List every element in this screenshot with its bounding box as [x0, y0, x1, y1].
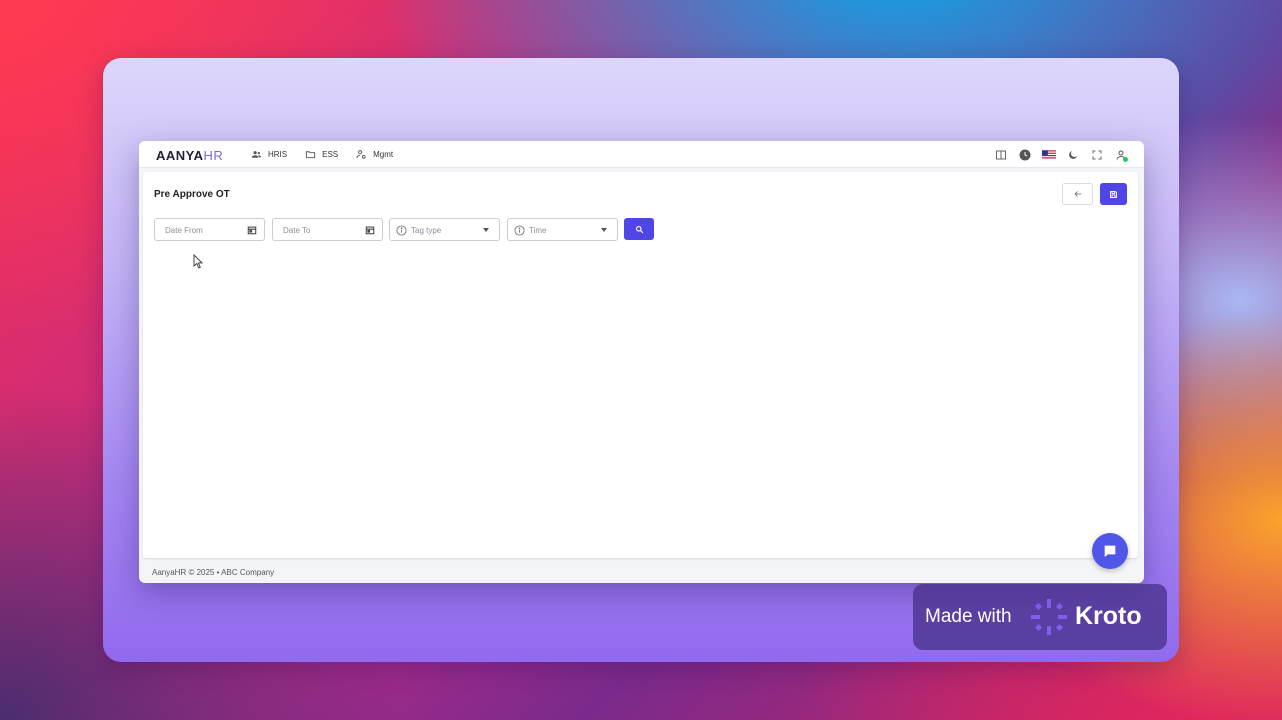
date-to-placeholder: Date To	[283, 226, 311, 235]
folder-icon	[306, 151, 316, 159]
search-icon	[635, 225, 643, 233]
nav-item-hris[interactable]: HRIS	[251, 149, 287, 160]
date-from-placeholder: Date From	[165, 226, 203, 235]
mouse-cursor-icon	[193, 254, 203, 269]
date-from-field[interactable]: Date From	[154, 218, 265, 241]
floppy-disk-icon	[1110, 190, 1117, 198]
search-button[interactable]	[624, 218, 654, 240]
tag-type-select[interactable]: Tag type	[389, 218, 500, 241]
made-with-label: Made with	[925, 606, 1012, 627]
user-settings-icon	[356, 150, 366, 159]
kroto-logo-icon	[1031, 599, 1067, 635]
fullscreen-icon[interactable]	[1090, 148, 1104, 162]
people-icon	[251, 151, 262, 158]
date-to-field[interactable]: Date To	[272, 218, 383, 241]
app-window: AANYAHR HRIS ESS Mgmt Pre Approve OT Dat…	[139, 141, 1144, 583]
arrow-left-icon	[1073, 191, 1081, 197]
top-navbar: AANYAHR HRIS ESS Mgmt	[139, 141, 1144, 168]
footer-text: AanyaHR © 2025 • ABC Company	[152, 568, 275, 577]
nav-item-ess[interactable]: ESS	[305, 149, 338, 160]
chevron-down-icon	[601, 228, 607, 232]
online-status-dot	[1123, 156, 1128, 162]
nav-label-ess: ESS	[322, 150, 339, 159]
top-toolbar	[994, 141, 1128, 168]
nav-label-hris: HRIS	[268, 150, 288, 159]
kroto-brand: Kroto	[1075, 602, 1142, 630]
logo-accent: HR	[203, 148, 224, 163]
chat-bubble-icon	[1104, 545, 1116, 557]
save-button[interactable]	[1100, 183, 1127, 205]
user-icon[interactable]	[1114, 148, 1128, 162]
calendar-icon	[247, 226, 257, 235]
made-with-kroto-badge: Made with Kroto	[913, 584, 1167, 650]
info-icon	[396, 225, 407, 236]
calendar-icon	[365, 226, 375, 235]
logo-main: AANYA	[156, 148, 204, 163]
page-title: Pre Approve OT	[154, 189, 230, 200]
back-button[interactable]	[1062, 183, 1093, 205]
tag-type-placeholder: Tag type	[411, 226, 442, 235]
time-select[interactable]: Time	[507, 218, 618, 241]
clock-icon[interactable]	[1018, 148, 1032, 162]
moon-icon[interactable]	[1066, 148, 1080, 162]
main-nav: HRIS ESS Mgmt	[251, 141, 393, 168]
content-card: Pre Approve OT Date From Date To Tag typ…	[143, 172, 1138, 558]
nav-label-mgmt: Mgmt	[373, 150, 394, 159]
chat-button[interactable]	[1092, 533, 1128, 569]
chevron-down-icon	[483, 228, 489, 232]
us-flag-icon[interactable]	[1042, 148, 1056, 162]
info-icon	[514, 225, 525, 236]
time-placeholder: Time	[529, 226, 547, 235]
app-logo[interactable]: AANYAHR	[156, 148, 223, 163]
nav-item-mgmt[interactable]: Mgmt	[356, 149, 393, 160]
book-icon[interactable]	[994, 148, 1008, 162]
